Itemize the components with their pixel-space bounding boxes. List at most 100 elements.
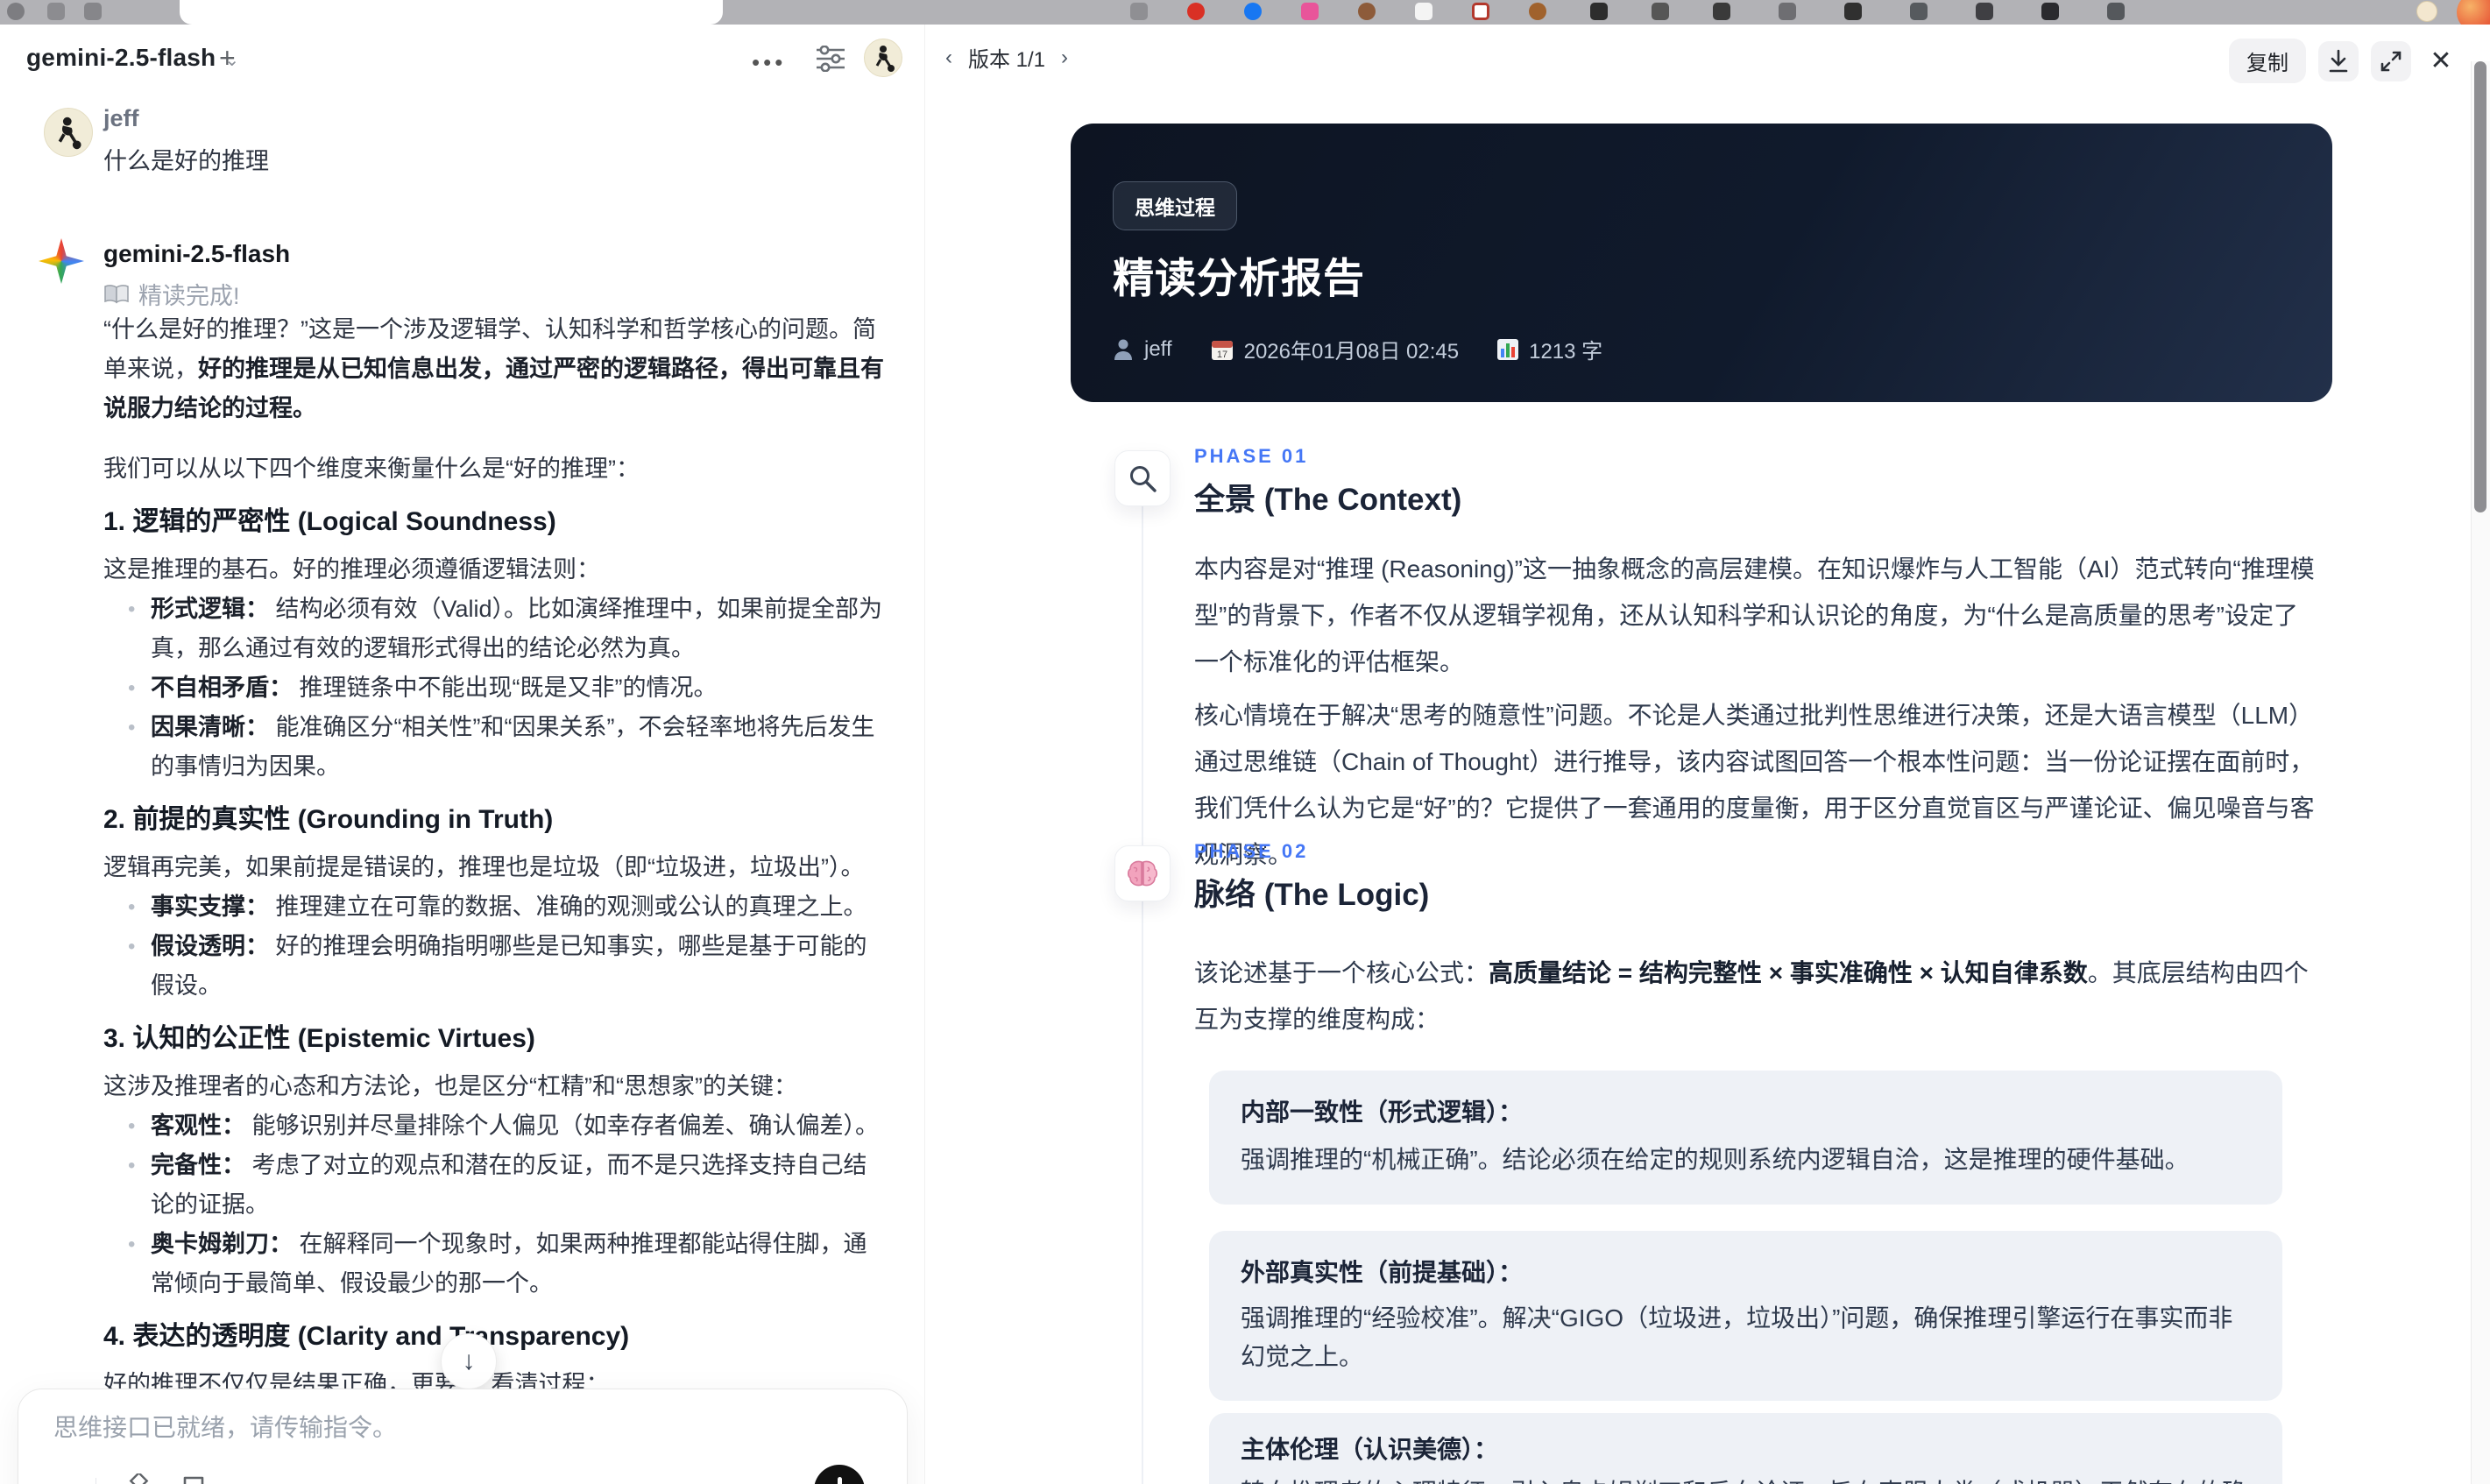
list-item: 假设透明： 好的推理会明确指明哪些是已知事实，哪些是基于可能的假设。 bbox=[103, 927, 888, 1006]
extension-icon[interactable] bbox=[1779, 3, 1796, 20]
card-title: 内部一致性（形式逻辑）： bbox=[1241, 1099, 1524, 1126]
extension-icon[interactable] bbox=[2107, 3, 2125, 20]
settings-sliders-icon[interactable] bbox=[815, 46, 846, 72]
section-title-1: 1. 逻辑的严密性 (Logical Soundness) bbox=[103, 507, 556, 536]
assistant-status-text: 精读完成! bbox=[138, 283, 240, 309]
chat-input-box: + bbox=[18, 1389, 908, 1484]
list-item: 完备性： 考虑了对立的观点和潜在的反证，而不是只选择支持自己结论的证据。 bbox=[103, 1146, 888, 1225]
card-title: 主体伦理（认识美德）： bbox=[1241, 1436, 1499, 1463]
panel-actions: 复制 ✕ bbox=[2229, 39, 2458, 83]
logic-card-external-truth: 外部真实性（前提基础）： 强调推理的“经验校准”。解决“GIGO（垃圾进，垃圾出… bbox=[1209, 1231, 2282, 1401]
chat-header: gemini-2.5-flash ⌄ + ••• bbox=[0, 25, 924, 91]
extension-icon[interactable] bbox=[2041, 3, 2059, 20]
phase2-intro: 该论述基于一个核心公式：高质量结论 = 结构完整性 × 事实准确性 × 认知自律… bbox=[1194, 959, 2309, 1033]
logic-card-internal-consistency: 内部一致性（形式逻辑）： 强调推理的“机械正确”。结论必须在给定的规则系统内逻辑… bbox=[1209, 1071, 2282, 1205]
model-selector[interactable]: gemini-2.5-flash ⌄ bbox=[26, 44, 239, 72]
assistant-status: 精读完成! bbox=[103, 277, 240, 311]
extension-icon[interactable] bbox=[1910, 3, 1928, 20]
phase-timeline bbox=[1142, 498, 1143, 1484]
extension-icon[interactable] bbox=[1652, 3, 1669, 20]
user-avatar[interactable] bbox=[864, 39, 902, 77]
user-name: jeff bbox=[103, 105, 139, 131]
scroll-to-bottom-button[interactable]: ↓ bbox=[441, 1333, 497, 1389]
voice-input-button[interactable] bbox=[814, 1465, 865, 1484]
list-item: 客观性： 能够识别并尽量排除个人偏见（如幸存者偏差、确认偏差）。 bbox=[103, 1106, 888, 1146]
card-body: 转向推理者的心理特征。引入奥卡姆剃刀和反向论证，旨在克服人类（或机器）天然存在的… bbox=[1241, 1473, 2251, 1484]
version-label: 版本 1/1 bbox=[968, 48, 1046, 72]
card-body: 强调推理的“机械正确”。结论必须在给定的规则系统内逻辑自洽，这是推理的硬件基础。 bbox=[1241, 1146, 2189, 1173]
browser-grid-icon[interactable] bbox=[47, 3, 65, 20]
divider bbox=[95, 1478, 96, 1484]
phase1-icon-box bbox=[1114, 450, 1171, 506]
more-options-button[interactable]: ••• bbox=[752, 49, 786, 76]
section-title-4: 4. 表达的透明度 (Clarity and Transparency) bbox=[103, 1322, 630, 1351]
reply-intro: “什么是好的推理？”这是一个涉及逻辑学、认知科学和哲学核心的问题。简单来说，好的… bbox=[103, 316, 884, 421]
extension-icon[interactable] bbox=[1529, 3, 1546, 20]
fullscreen-button[interactable] bbox=[2371, 40, 2411, 81]
report-meta: jeff 17 2026年01月08日 02:45 1213 字 bbox=[1113, 334, 1602, 364]
extension-icon[interactable] bbox=[1415, 3, 1432, 20]
report-header-card: 思维过程 精读分析报告 jeff 17 2026年01月08日 02:45 12… bbox=[1071, 124, 2332, 402]
phase1-paragraph: 本内容是对“推理 (Reasoning)”这一抽象概念的高层建模。在知识爆炸与人… bbox=[1194, 555, 2315, 675]
card-title: 外部真实性（前提基础）： bbox=[1241, 1259, 1524, 1286]
extension-icon[interactable] bbox=[1976, 3, 1993, 20]
meta-datetime: 17 2026年01月08日 02:45 bbox=[1211, 334, 1459, 364]
phase1-label: PHASE 01 bbox=[1194, 445, 1309, 467]
section-lead-1: 这是推理的基石。好的推理必须遵循逻辑法则： bbox=[103, 556, 600, 583]
browser-profile-avatar[interactable] bbox=[2416, 1, 2437, 22]
logic-card-agent-ethics: 主体伦理（认识美德）： 转向推理者的心理特征。引入奥卡姆剃刀和反向论证，旨在克服… bbox=[1209, 1413, 2282, 1484]
svg-text:17: 17 bbox=[1216, 350, 1227, 360]
extension-icon[interactable] bbox=[1713, 3, 1730, 20]
prev-version-button[interactable]: ‹ bbox=[945, 46, 952, 70]
section-title-2: 2. 前提的真实性 (Grounding in Truth) bbox=[103, 805, 554, 834]
sparkle-diamonds-icon[interactable] bbox=[121, 1473, 156, 1484]
copy-button[interactable]: 复制 bbox=[2229, 39, 2306, 83]
bullet-list: 客观性： 能够识别并尽量排除个人偏见（如幸存者偏差、确认偏差）。 完备性： 考虑… bbox=[103, 1106, 888, 1304]
version-navigator: ‹ 版本 1/1 › bbox=[945, 42, 1068, 73]
browser-menu-icon[interactable] bbox=[84, 3, 102, 20]
next-version-button[interactable]: › bbox=[1061, 46, 1068, 70]
message-input[interactable] bbox=[53, 1414, 842, 1442]
new-chat-button[interactable]: + bbox=[219, 42, 236, 74]
browser-active-tab[interactable] bbox=[180, 0, 723, 25]
extension-icon[interactable] bbox=[1358, 3, 1376, 20]
extension-icon[interactable] bbox=[1130, 3, 1148, 20]
list-item: 事实支撑： 推理建立在可靠的数据、准确的观测或公认的真理之上。 bbox=[103, 887, 888, 927]
download-button[interactable] bbox=[2318, 40, 2359, 81]
section-title-3: 3. 认知的公正性 (Epistemic Virtues) bbox=[103, 1024, 535, 1053]
download-icon bbox=[2329, 49, 2348, 72]
assistant-name: gemini-2.5-flash bbox=[103, 240, 291, 267]
meta-word-count: 1213 字 bbox=[1497, 334, 1602, 364]
extension-icon[interactable] bbox=[1244, 3, 1262, 20]
model-name: gemini-2.5-flash bbox=[26, 44, 216, 71]
extension-icon[interactable] bbox=[1472, 3, 1489, 20]
attach-plus-button[interactable]: + bbox=[53, 1476, 71, 1484]
bar-chart-icon bbox=[1497, 338, 1519, 360]
brain-icon bbox=[1127, 860, 1158, 887]
extension-icon[interactable] bbox=[1187, 3, 1205, 20]
extension-icon[interactable] bbox=[1844, 3, 1862, 20]
phase2-section: PHASE 02 脉络 (The Logic) 该论述基于一个核心公式：高质量结… bbox=[1194, 840, 2317, 1484]
extension-icon[interactable] bbox=[1301, 3, 1319, 20]
close-button[interactable]: ✕ bbox=[2423, 41, 2458, 81]
report-badge: 思维过程 bbox=[1113, 181, 1237, 230]
bullet-list: 形式逻辑： 结构必须有效（Valid）。比如演绎推理中，如果前提全部为真，那么通… bbox=[103, 590, 888, 787]
user-message: 什么是好的推理 bbox=[103, 148, 269, 174]
section-lead-3: 这涉及推理者的心态和方法论，也是区分“杠精”和“思想家”的关键： bbox=[103, 1073, 797, 1099]
phase2-label: PHASE 02 bbox=[1194, 840, 1309, 862]
extension-icon[interactable] bbox=[1590, 3, 1608, 20]
phase2-icon-box bbox=[1114, 845, 1171, 901]
browser-back-icon[interactable] bbox=[7, 3, 25, 20]
chat-panel: gemini-2.5-flash ⌄ + ••• jeff 什么是好的推理 ge… bbox=[0, 25, 925, 1484]
list-item: 不自相矛盾： 推理链条中不能出现“既是又非”的情况。 bbox=[103, 668, 888, 708]
assistant-reply: “什么是好的推理？”这是一个涉及逻辑学、认知科学和哲学核心的问题。简单来说，好的… bbox=[103, 310, 888, 1483]
avatar bbox=[44, 108, 93, 157]
meta-author: jeff bbox=[1113, 337, 1172, 362]
bookmark-icon[interactable] bbox=[180, 1475, 207, 1484]
phase1-section: PHASE 01 全景 (The Context) 本内容是对“推理 (Reas… bbox=[1194, 445, 2317, 878]
open-book-icon bbox=[104, 284, 129, 303]
scrollbar-thumb[interactable] bbox=[2474, 61, 2486, 512]
browser-toolbar-strip bbox=[0, 0, 2490, 32]
arrow-down-icon: ↓ bbox=[462, 1346, 476, 1375]
expand-icon bbox=[2380, 51, 2402, 71]
